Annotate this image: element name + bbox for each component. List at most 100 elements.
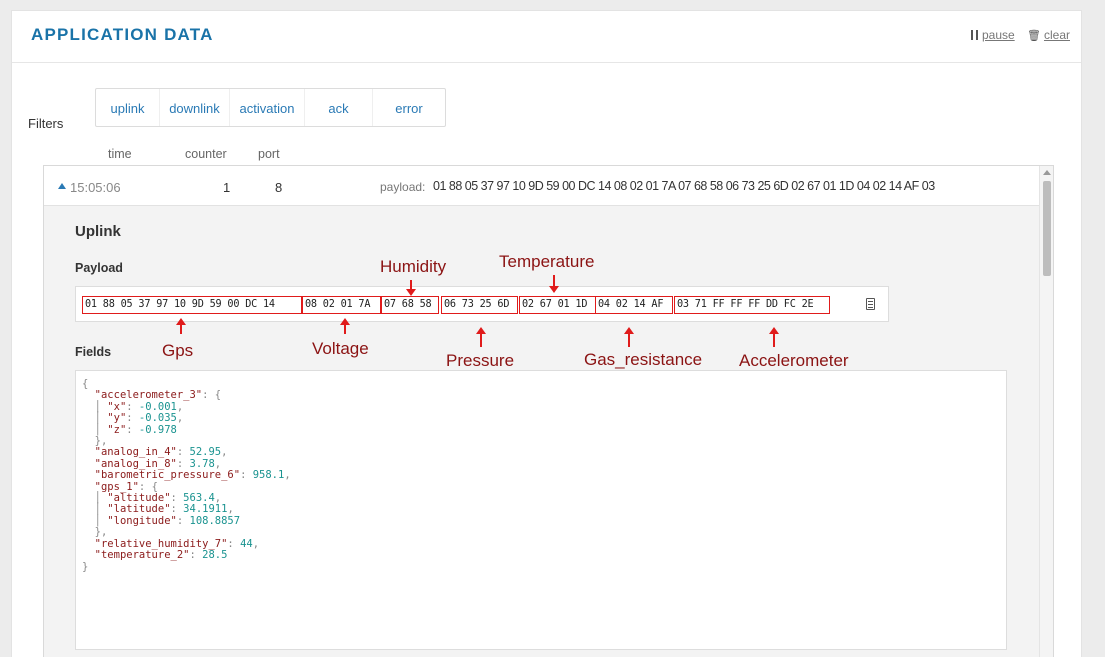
json-key: "barometric_pressure_6" bbox=[94, 469, 241, 482]
annotation-accelerometer: Accelerometer bbox=[739, 351, 849, 370]
filter-uplink[interactable]: uplink bbox=[96, 89, 160, 126]
payload-hex-box: 01 88 05 37 97 10 9D 59 00 DC 14 08 02 0… bbox=[75, 286, 889, 322]
payload-segment-accelerometer: 03 71 FF FF FF DD FC 2E bbox=[674, 296, 830, 314]
arrow-voltage bbox=[340, 318, 350, 334]
arrow-pressure bbox=[476, 327, 486, 347]
json-value: : 958.1, bbox=[240, 469, 291, 482]
filter-tabs: uplink downlink activation ack error bbox=[95, 88, 446, 127]
annotation-gas-resistance: Gas_resistance bbox=[584, 350, 703, 369]
json-line: "accelerometer_3": { bbox=[82, 390, 1006, 401]
json-punct: { bbox=[82, 378, 89, 390]
json-line: │ "longitude": 108.8857 bbox=[82, 514, 1006, 527]
json-value: : 44, bbox=[227, 537, 260, 550]
message-time: 15:05:06 bbox=[70, 180, 121, 195]
trash-icon[interactable]: 🗑 bbox=[1027, 29, 1041, 42]
json-line: "barometric_pressure_6": 958.1, bbox=[82, 470, 1006, 481]
arrow-humidity bbox=[406, 280, 416, 296]
message-row[interactable]: 15:05:06 1 8 payload: 01 88 05 37 97 10 … bbox=[44, 166, 1039, 206]
payload-segment-gps: 01 88 05 37 97 10 9D 59 00 DC 14 bbox=[82, 296, 302, 314]
payload-segment-humidity: 07 68 58 bbox=[381, 296, 439, 314]
json-punct bbox=[82, 389, 95, 401]
json-punct: │ bbox=[82, 423, 108, 436]
json-line: "temperature_2": 28.5 bbox=[82, 549, 1006, 562]
payload-segment-pressure: 06 73 25 6D bbox=[441, 296, 518, 314]
json-punct: │ bbox=[82, 412, 108, 425]
page-title: APPLICATION DATA bbox=[31, 25, 214, 44]
fields-json-viewer[interactable]: { "accelerometer_3": { │ "x": -0.001, │ … bbox=[75, 370, 1007, 650]
payload-segment-temperature: 02 67 01 1D bbox=[519, 296, 596, 314]
json-value: : -0.001, bbox=[126, 400, 184, 413]
json-punct: │ bbox=[82, 503, 108, 516]
scrollbar[interactable] bbox=[1039, 166, 1053, 657]
json-value: : { bbox=[202, 389, 222, 402]
payload-label: payload: bbox=[380, 180, 426, 194]
json-punct: │ bbox=[82, 514, 108, 527]
json-punct: }, bbox=[82, 435, 108, 448]
json-punct bbox=[82, 469, 95, 481]
column-header-port: port bbox=[258, 147, 280, 161]
payload-segment-voltage: 08 02 01 7A bbox=[302, 296, 381, 314]
payload-segment-gas-resistance: 04 02 14 AF bbox=[595, 296, 673, 314]
json-value: : 28.5 bbox=[189, 549, 228, 562]
scroll-thumb[interactable] bbox=[1043, 181, 1051, 276]
json-value: : 3.78, bbox=[176, 457, 222, 470]
json-punct bbox=[82, 446, 95, 458]
json-key: "y" bbox=[107, 412, 127, 425]
filter-downlink[interactable]: downlink bbox=[160, 89, 230, 126]
json-key: "gps_1" bbox=[94, 480, 139, 493]
annotation-voltage: Voltage bbox=[312, 339, 369, 358]
json-punct: } bbox=[82, 560, 89, 573]
column-header-time: time bbox=[108, 147, 132, 161]
json-punct bbox=[82, 481, 95, 493]
pause-link[interactable]: pause bbox=[982, 28, 1015, 42]
annotation-temperature: Temperature bbox=[499, 252, 595, 271]
filters-label: Filters bbox=[28, 116, 64, 131]
copy-icon[interactable] bbox=[866, 298, 875, 310]
payload-value: 01 88 05 37 97 10 9D 59 00 DC 14 08 02 0… bbox=[433, 179, 935, 193]
fields-heading: Fields bbox=[75, 345, 112, 359]
clear-link[interactable]: clear bbox=[1044, 28, 1070, 42]
collapse-caret-icon[interactable] bbox=[58, 183, 66, 189]
arrow-accelerometer bbox=[769, 327, 779, 347]
json-line: │ "z": -0.978 bbox=[82, 423, 1006, 436]
json-key: "longitude" bbox=[107, 514, 177, 527]
json-value: : -0.035, bbox=[126, 412, 184, 425]
json-value: : 108.8857 bbox=[176, 514, 241, 527]
annotation-gps: Gps bbox=[162, 341, 194, 360]
json-key: "z" bbox=[107, 423, 127, 436]
message-list[interactable]: 15:05:06 1 8 payload: 01 88 05 37 97 10 … bbox=[43, 165, 1054, 657]
json-punct: │ bbox=[82, 400, 108, 413]
arrow-gas-resistance bbox=[624, 327, 634, 347]
message-port: 8 bbox=[275, 180, 283, 195]
annotation-pressure: Pressure bbox=[446, 351, 515, 370]
pause-icon[interactable] bbox=[970, 30, 978, 40]
filter-error[interactable]: error bbox=[373, 89, 445, 126]
json-key: "x" bbox=[107, 400, 127, 413]
json-punct bbox=[82, 538, 95, 550]
json-key: "analog_in_4" bbox=[94, 446, 177, 459]
filter-activation[interactable]: activation bbox=[230, 89, 305, 126]
json-value: : -0.978 bbox=[126, 423, 177, 436]
json-key: "temperature_2" bbox=[94, 549, 190, 562]
json-line: } bbox=[82, 560, 1006, 573]
json-punct: }, bbox=[82, 526, 108, 539]
payload-heading: Payload bbox=[75, 261, 123, 275]
json-key: "relative_humidity_7" bbox=[94, 537, 228, 550]
json-key: "analog_in_8" bbox=[94, 457, 177, 470]
annotation-humidity: Humidity bbox=[380, 257, 447, 276]
filter-ack[interactable]: ack bbox=[305, 89, 373, 126]
arrow-temperature bbox=[549, 275, 559, 293]
arrow-gps bbox=[176, 318, 186, 334]
json-value: : 52.95, bbox=[176, 446, 228, 459]
json-line: │ "y": -0.035, bbox=[82, 413, 1006, 424]
json-value: : { bbox=[138, 480, 158, 493]
header-actions: pause 🗑 clear bbox=[970, 28, 1070, 42]
json-key: "accelerometer_3" bbox=[94, 389, 203, 402]
json-punct bbox=[82, 549, 95, 561]
panel-header: APPLICATION DATA pause 🗑 clear bbox=[12, 11, 1081, 63]
json-key: "latitude" bbox=[107, 503, 171, 516]
message-counter: 1 bbox=[223, 180, 231, 195]
json-value: : 34.1911, bbox=[170, 503, 234, 516]
json-punct bbox=[82, 458, 95, 470]
scroll-up-icon[interactable] bbox=[1043, 170, 1051, 175]
